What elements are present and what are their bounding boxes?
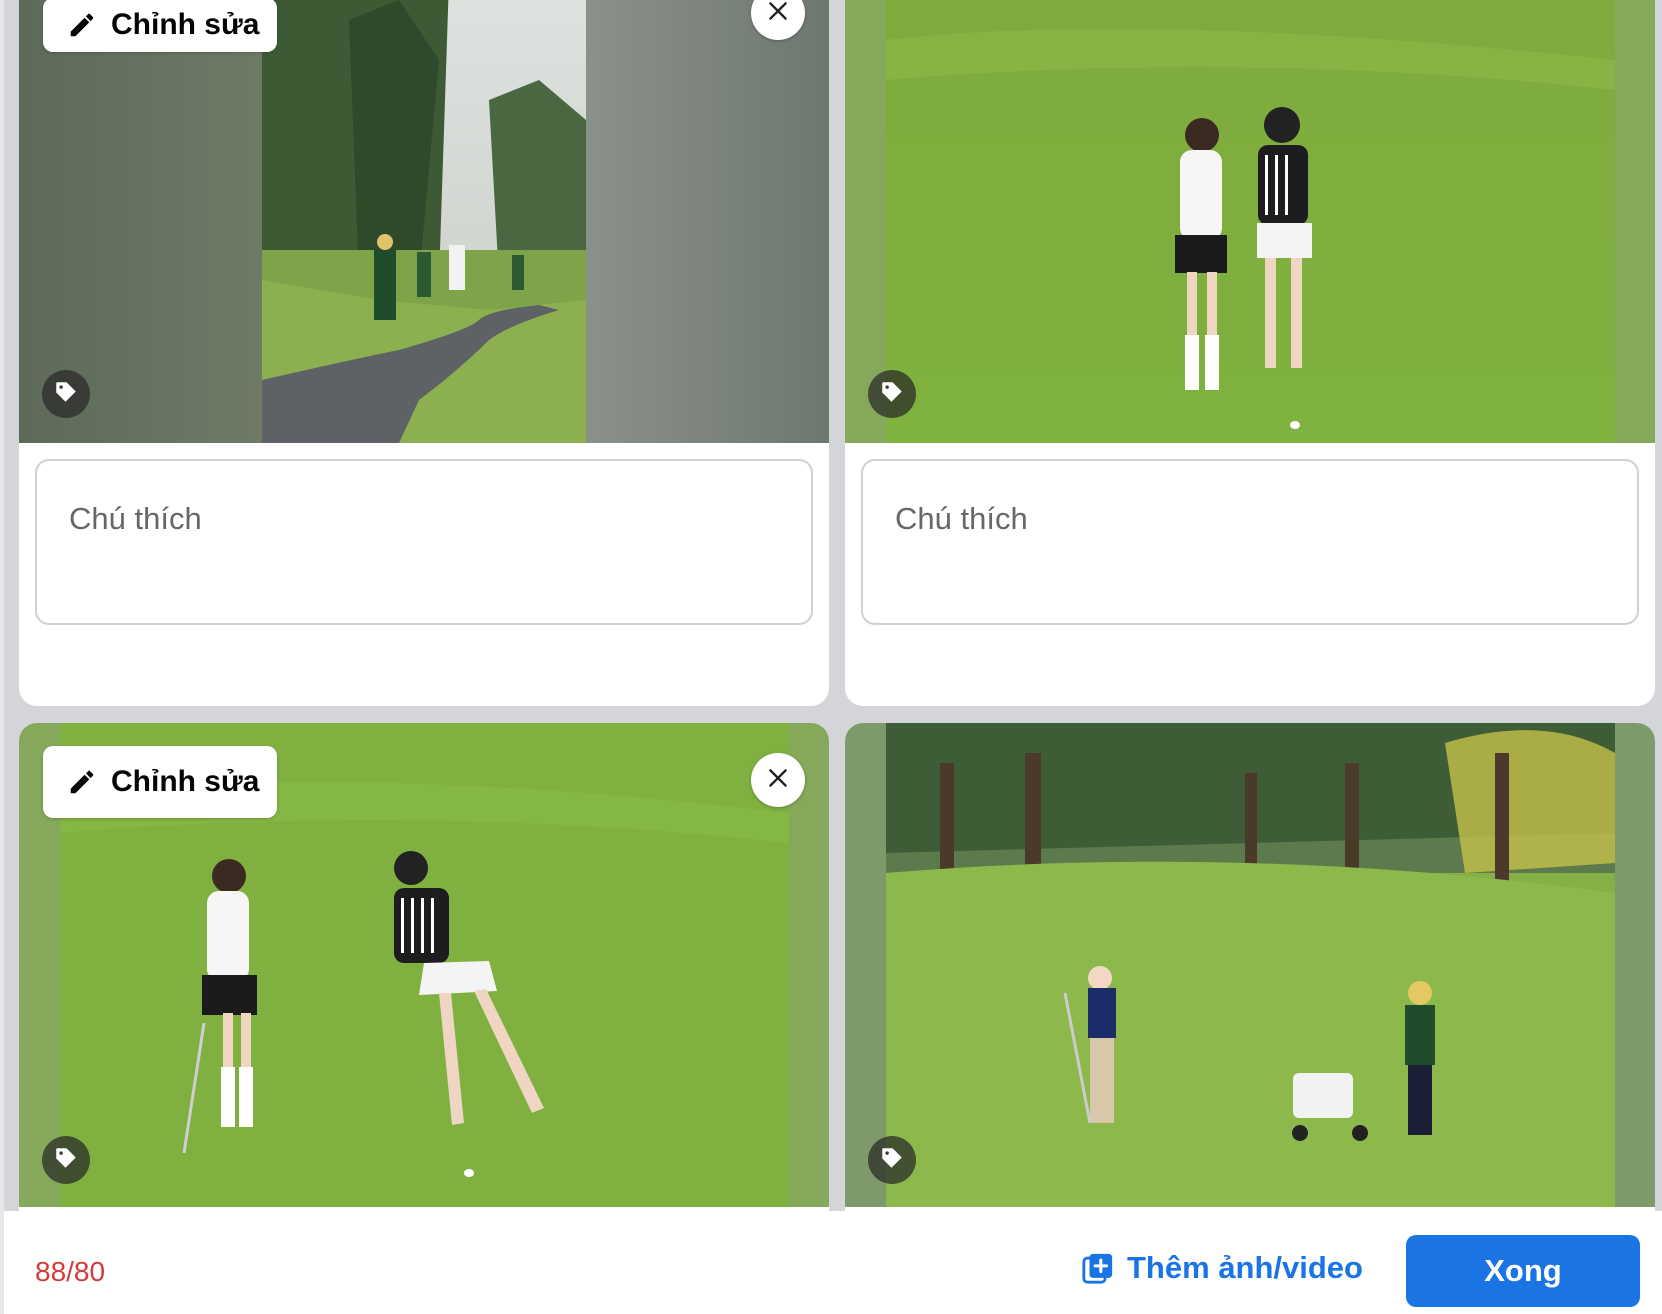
caption-placeholder: Chú thích [69, 501, 202, 536]
tag-icon [879, 379, 905, 410]
tag-icon [879, 1145, 905, 1176]
tag-people-button[interactable] [868, 1136, 916, 1184]
tag-people-button[interactable] [42, 1136, 90, 1184]
close-icon [765, 0, 791, 29]
remove-photo-button[interactable] [751, 753, 805, 807]
add-photo-video-button[interactable]: Thêm ảnh/video [1081, 1243, 1363, 1293]
done-button[interactable]: Xong [1406, 1235, 1640, 1307]
tag-icon [53, 1145, 79, 1176]
photo-2-image [845, 0, 1655, 443]
edit-button[interactable]: Chỉnh sửa [43, 0, 277, 52]
add-photo-icon [1081, 1251, 1115, 1285]
edit-button-label: Chỉnh sửa [111, 8, 260, 41]
pencil-icon [67, 767, 97, 797]
tag-people-button[interactable] [42, 370, 90, 418]
pencil-icon [67, 10, 97, 40]
add-photo-video-label: Thêm ảnh/video [1127, 1250, 1363, 1285]
photo-4-image [845, 723, 1655, 1207]
tag-icon [53, 379, 79, 410]
caption-input[interactable]: Chú thích [861, 459, 1639, 625]
window-edge [0, 0, 4, 1314]
photo-card-2: Chú thích [845, 0, 1655, 706]
item-counter: 88/80 [35, 1256, 106, 1287]
edit-button-label: Chỉnh sửa [111, 765, 260, 798]
photo-card-4 [845, 723, 1655, 1243]
caption-input[interactable]: Chú thích [35, 459, 813, 625]
tag-people-button[interactable] [868, 370, 916, 418]
composer-footer: 88/80 Thêm ảnh/video Xong [4, 1211, 1662, 1314]
edit-button[interactable]: Chỉnh sửa [43, 746, 277, 818]
photo-card-3: Chỉnh sửa [19, 723, 829, 1243]
caption-placeholder: Chú thích [895, 501, 1028, 536]
close-icon [765, 765, 791, 796]
done-button-label: Xong [1484, 1253, 1562, 1288]
photo-card-1: Chỉnh sửa Chú thích [19, 0, 829, 706]
photo-1-image [19, 0, 829, 443]
